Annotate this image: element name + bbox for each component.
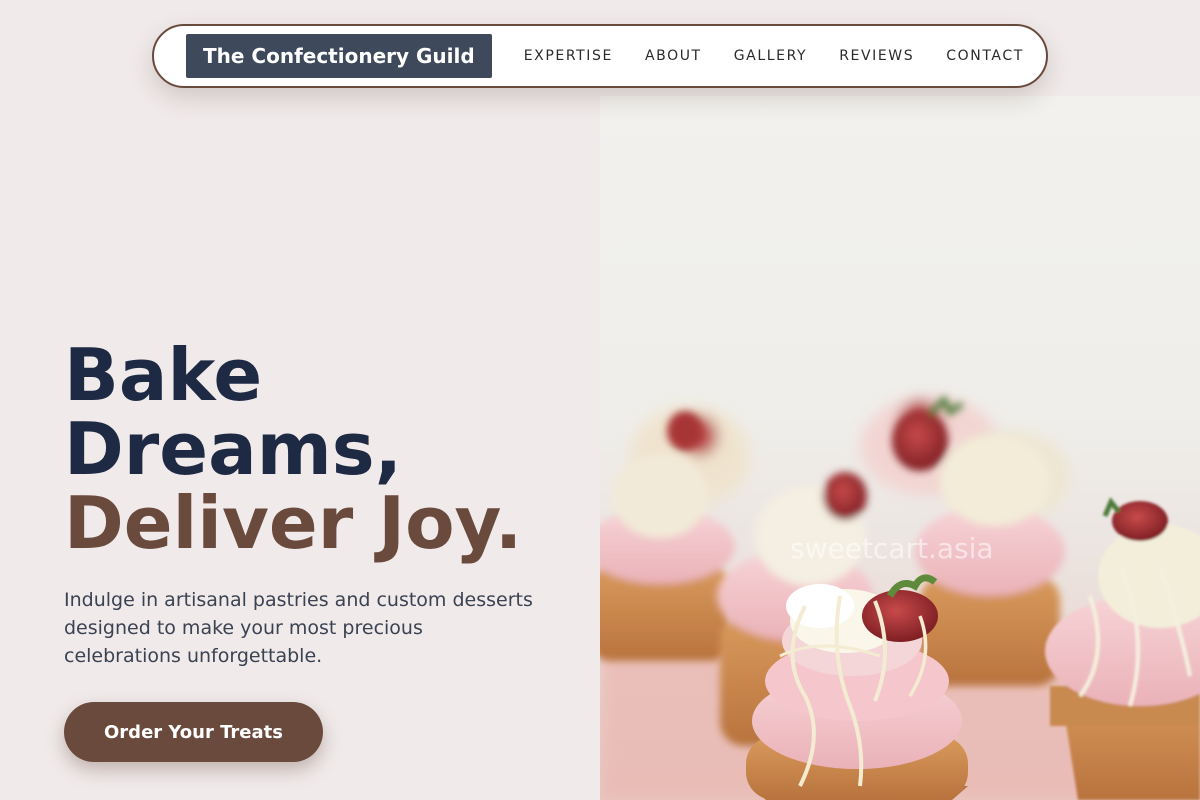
hero-cupcake-image: sweetcart.asia — [600, 96, 1200, 800]
headline-line-1: Bake — [64, 333, 263, 417]
order-treats-button[interactable]: Order Your Treats — [64, 702, 323, 762]
hero-section: Bake Dreams, Deliver Joy. Indulge in art… — [64, 338, 564, 762]
nav-link-contact[interactable]: CONTACT — [946, 48, 1024, 64]
hero-headline: Bake Dreams, Deliver Joy. — [64, 338, 564, 560]
headline-accent: Deliver Joy. — [64, 481, 523, 565]
nav-link-gallery[interactable]: GALLERY — [734, 48, 807, 64]
image-watermark: sweetcart.asia — [790, 532, 994, 565]
nav-link-expertise[interactable]: EXPERTISE — [524, 48, 613, 64]
brand-logo[interactable]: The Confectionery Guild — [186, 34, 492, 78]
headline-line-2: Dreams, — [64, 407, 402, 491]
hero-subtitle: Indulge in artisanal pastries and custom… — [64, 589, 533, 667]
nav-link-about[interactable]: ABOUT — [645, 48, 702, 64]
cupcake-illustration — [600, 394, 1200, 800]
main-navbar: The Confectionery Guild EXPERTISE ABOUT … — [152, 24, 1048, 88]
nav-link-reviews[interactable]: REVIEWS — [839, 48, 914, 64]
nav-links: EXPERTISE ABOUT GALLERY REVIEWS CONTACT — [524, 48, 1024, 64]
